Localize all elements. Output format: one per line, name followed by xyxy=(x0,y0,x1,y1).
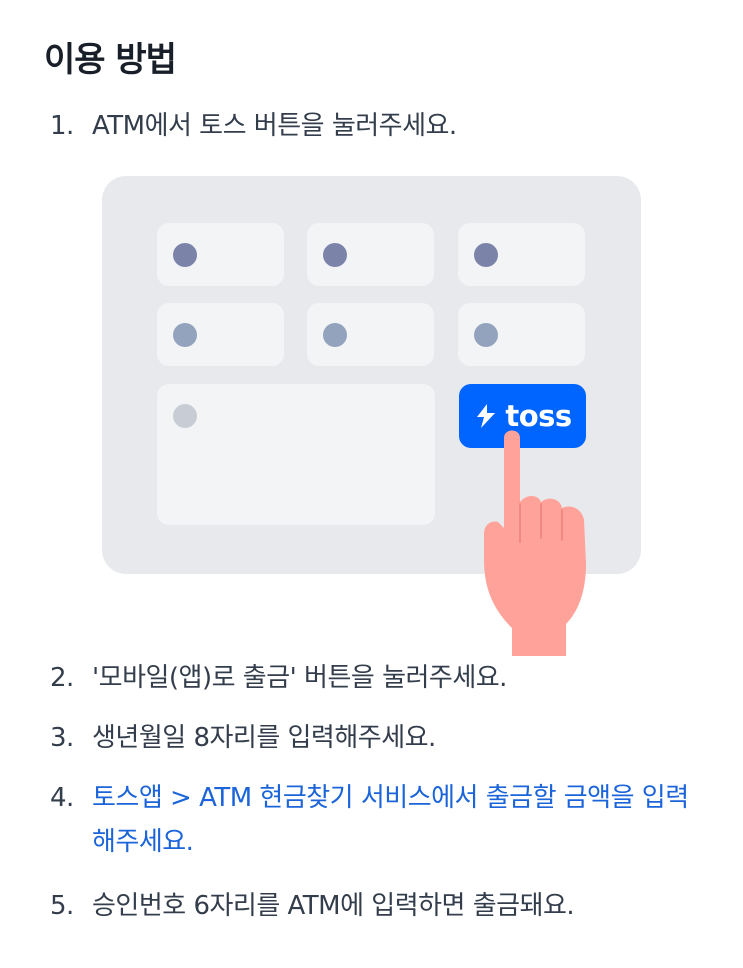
step-5: 5. 승인번호 6자리를 ATM에 입력하면 출금돼요. xyxy=(50,884,710,928)
step-2: 2. '모바일(앱)로 출금' 버튼을 눌러주세요. xyxy=(50,656,710,700)
atm-button-dot xyxy=(323,323,347,347)
step-number: 2. xyxy=(50,663,74,693)
step-text: '모바일(앱)로 출금' 버튼을 눌러주세요. xyxy=(92,663,507,693)
step-text: 승인번호 6자리를 ATM에 입력하면 출금돼요. xyxy=(92,891,575,921)
pointing-hand-icon xyxy=(484,430,586,656)
step-number: 3. xyxy=(50,723,74,753)
step-text: ATM에서 토스 버튼을 눌러주세요. xyxy=(92,111,457,141)
page-title: 이용 방법 xyxy=(44,40,177,80)
atm-button xyxy=(157,303,284,366)
atm-button-dot xyxy=(474,323,498,347)
atm-button xyxy=(307,223,434,286)
atm-button xyxy=(458,303,585,366)
atm-button xyxy=(307,303,434,366)
atm-button xyxy=(458,223,585,286)
atm-screen xyxy=(157,384,435,525)
atm-button-dot xyxy=(323,243,347,267)
step-number: 1. xyxy=(50,111,74,141)
step-4: 4. 토스앱 > ATM 현금찾기 서비스에서 출금할 금액을 입력해주세요. xyxy=(50,776,710,864)
step-number: 4. xyxy=(50,783,74,813)
atm-screen-dot xyxy=(173,404,197,428)
step-1: 1. ATM에서 토스 버튼을 눌러주세요. xyxy=(50,104,710,148)
atm-button-dot xyxy=(173,323,197,347)
atm-button-dot xyxy=(173,243,197,267)
step-3: 3. 생년월일 8자리를 입력해주세요. xyxy=(50,716,710,760)
atm-button xyxy=(157,223,284,286)
atm-button-dot xyxy=(474,243,498,267)
step-number: 5. xyxy=(50,891,74,921)
toss-app-link[interactable]: 토스앱 > ATM 현금찾기 서비스에서 출금할 금액을 입력해주세요. xyxy=(92,776,710,864)
step-text: 생년월일 8자리를 입력해주세요. xyxy=(92,723,436,753)
